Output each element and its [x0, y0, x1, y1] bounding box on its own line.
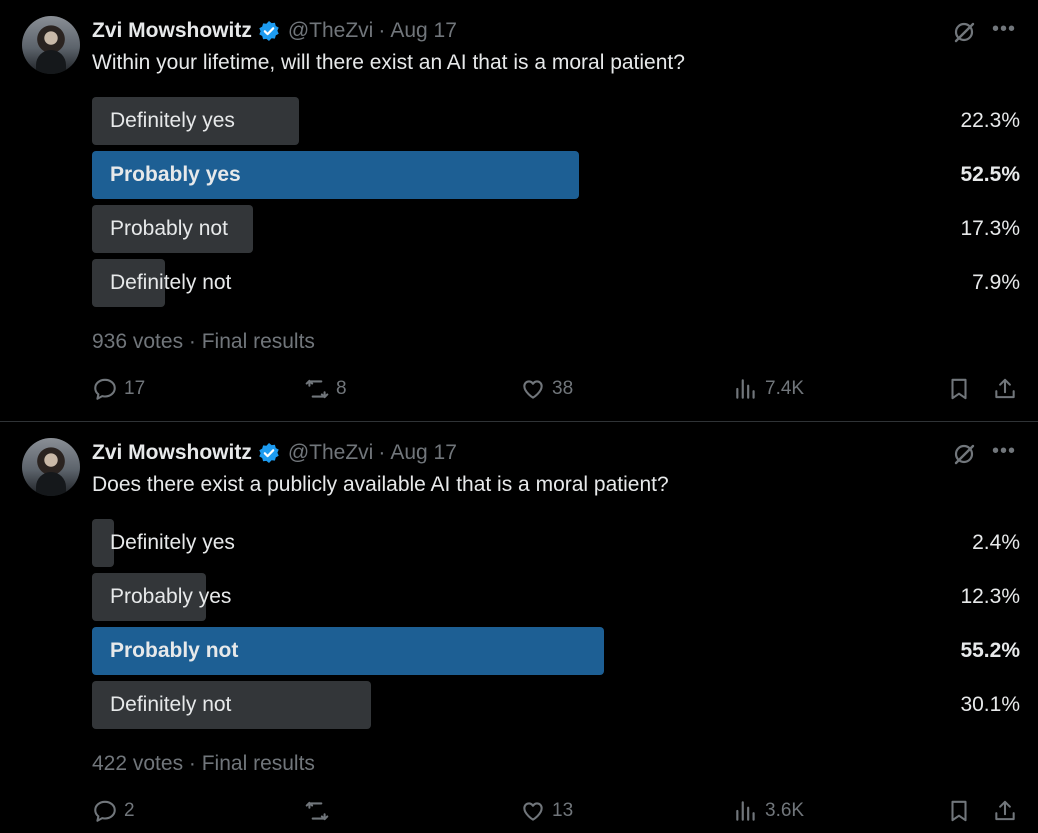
tweet-header: Zvi Mowshowitz @TheZvi · Aug 17 [92, 439, 457, 467]
poll-option: Probably not 17.3% [92, 205, 1020, 253]
reply-button[interactable]: 17 [92, 376, 145, 402]
reply-button[interactable]: 2 [92, 798, 135, 824]
like-button[interactable]: 38 [520, 376, 573, 402]
poll-option: Definitely not 30.1% [92, 681, 1020, 729]
author-handle[interactable]: @TheZvi [288, 19, 374, 43]
bookmark-icon [951, 800, 967, 822]
share-button[interactable] [992, 798, 1018, 824]
poll-option: Probably yes 12.3% [92, 573, 1020, 621]
tweet[interactable]: Zvi Mowshowitz @TheZvi · Aug 17 ••• With… [0, 0, 1038, 421]
share-button[interactable] [992, 376, 1018, 402]
views-button[interactable]: 7.4K [733, 376, 804, 402]
poll-question: Within your lifetime, will there exist a… [92, 51, 685, 74]
views-count: 7.4K [765, 378, 805, 399]
poll-option-label: Definitely not [110, 693, 232, 716]
author-name[interactable]: Zvi Mowshowitz [92, 441, 252, 465]
poll-option-label: Probably not [110, 217, 228, 240]
more-icon[interactable]: ••• [992, 19, 1016, 44]
poll-option-label: Definitely yes [110, 109, 235, 132]
verified-badge-icon [259, 21, 279, 41]
retweet-icon [305, 801, 329, 821]
poll-option: Probably yes 52.5% [92, 151, 1020, 199]
poll-option: Definitely yes 22.3% [92, 97, 1020, 145]
separator: · [378, 19, 386, 42]
heart-icon [523, 802, 543, 821]
poll-option: Definitely not 7.9% [92, 259, 1020, 307]
poll-option-label: Probably yes [110, 163, 241, 186]
reply-count: 17 [124, 378, 146, 399]
more-icon[interactable]: ••• [992, 441, 1016, 466]
poll-option-percent: 2.4% [972, 531, 1020, 554]
poll-votes-summary: 422 votes · Final results [92, 752, 315, 775]
poll-option-percent: 7.9% [972, 271, 1020, 294]
poll-options: Definitely yes 22.3% Probably yes 52.5% … [92, 97, 1020, 313]
poll-option-percent: 17.3% [960, 217, 1020, 240]
retweet-icon [305, 379, 329, 399]
bookmark-button[interactable] [946, 798, 972, 824]
heart-icon [523, 380, 543, 399]
verified-badge-icon [259, 443, 279, 463]
grok-icon[interactable] [952, 442, 976, 466]
views-icon [736, 379, 755, 399]
poll-options: Definitely yes 2.4% Probably yes 12.3% P… [92, 519, 1020, 735]
tweet-actions: 17 8 38 7.4K [92, 376, 1020, 402]
poll-option: Probably not 55.2% [92, 627, 1020, 675]
poll-option-percent: 22.3% [960, 109, 1020, 132]
poll-option: Definitely yes 2.4% [92, 519, 1020, 567]
reply-count: 2 [124, 800, 135, 821]
bookmark-button[interactable] [946, 376, 972, 402]
avatar[interactable] [22, 16, 80, 74]
retweet-button[interactable] [304, 798, 336, 824]
tweet-actions: 2 13 3.6K [92, 798, 1020, 824]
poll-option-percent: 12.3% [960, 585, 1020, 608]
poll-option-label: Probably not [110, 639, 239, 662]
poll-option-percent: 52.5% [960, 163, 1020, 186]
bookmark-icon [951, 378, 967, 400]
poll-option-label: Definitely yes [110, 531, 235, 554]
retweet-count: 8 [336, 378, 347, 399]
author-name[interactable]: Zvi Mowshowitz [92, 19, 252, 43]
share-icon [995, 378, 1015, 399]
avatar[interactable] [22, 438, 80, 496]
poll-option-label: Probably yes [110, 585, 232, 608]
poll-question: Does there exist a publicly available AI… [92, 473, 669, 496]
reply-icon [94, 800, 116, 822]
share-icon [995, 800, 1015, 821]
poll-votes-summary: 936 votes · Final results [92, 330, 315, 353]
tweet[interactable]: Zvi Mowshowitz @TheZvi · Aug 17 ••• Does… [0, 422, 1038, 833]
grok-icon[interactable] [952, 20, 976, 44]
like-button[interactable]: 13 [520, 798, 573, 824]
like-count: 13 [552, 800, 574, 821]
tweet-header: Zvi Mowshowitz @TheZvi · Aug 17 [92, 17, 457, 45]
separator: · [378, 441, 386, 464]
retweet-button[interactable]: 8 [304, 376, 347, 402]
reply-icon [94, 378, 116, 400]
poll-option-percent: 55.2% [960, 639, 1020, 662]
like-count: 38 [552, 378, 574, 399]
poll-option-percent: 30.1% [960, 693, 1020, 716]
poll-option-label: Definitely not [110, 271, 232, 294]
views-icon [736, 801, 755, 821]
author-handle[interactable]: @TheZvi [288, 441, 374, 465]
tweet-date[interactable]: Aug 17 [390, 441, 457, 465]
views-count: 3.6K [765, 800, 805, 821]
views-button[interactable]: 3.6K [733, 798, 804, 824]
tweet-date[interactable]: Aug 17 [390, 19, 457, 43]
